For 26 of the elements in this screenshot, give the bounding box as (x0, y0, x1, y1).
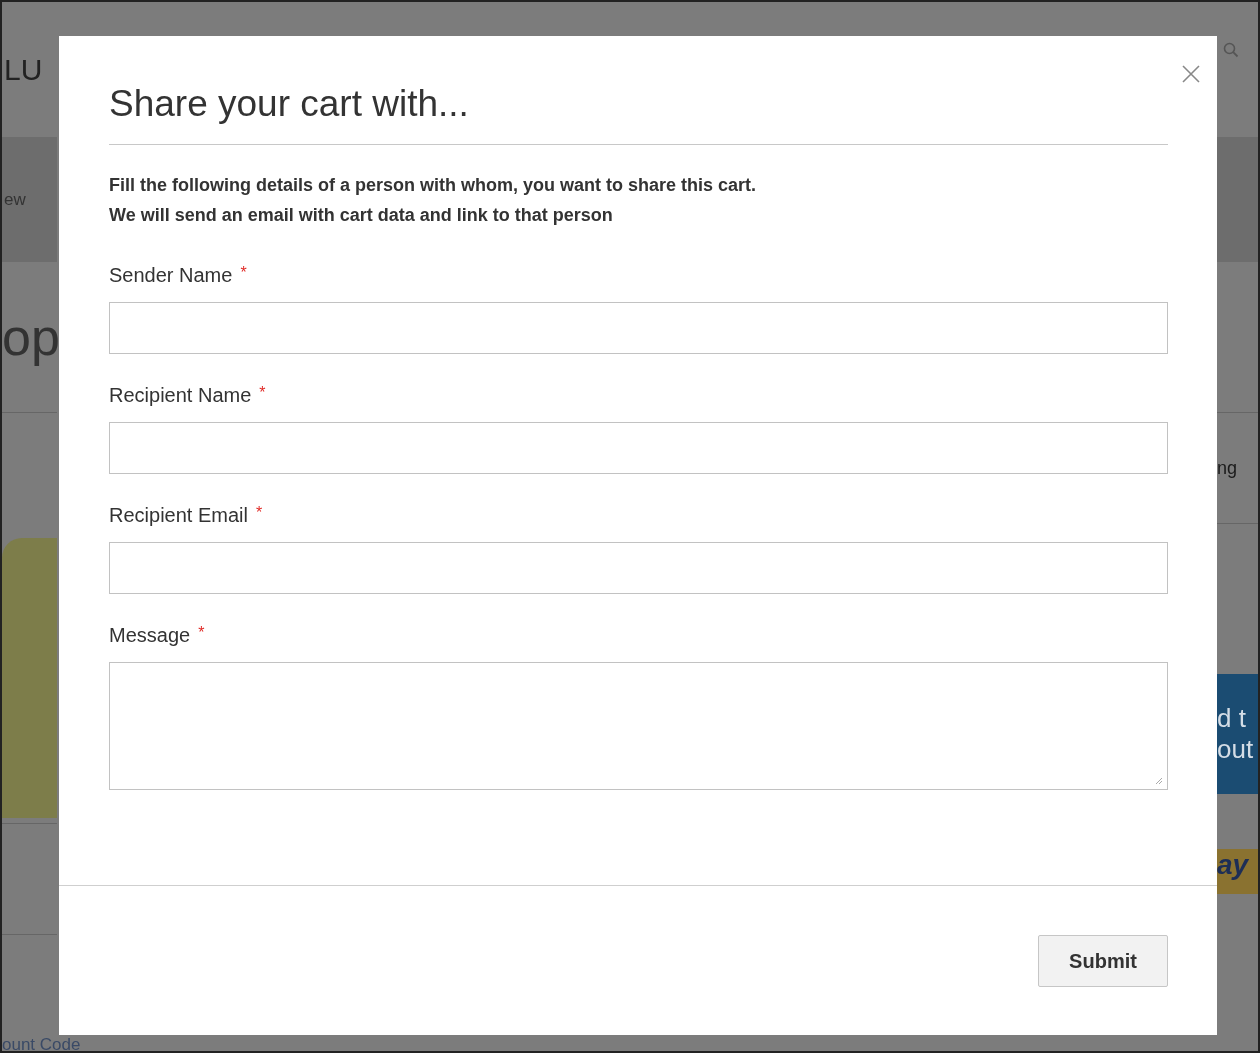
required-marker: * (240, 264, 247, 284)
input-field[interactable] (109, 542, 1168, 595)
message-field[interactable] (109, 662, 1168, 791)
field-label: Message (109, 624, 191, 648)
field-label: Sender Name (109, 264, 233, 288)
intro-text: Fill the following details of a person with whom, you want to share this cart. (109, 174, 758, 198)
intro-text: We will send an email with cart data and link to that person (109, 204, 614, 228)
discount-link[interactable]: ount Code (2, 1035, 81, 1051)
required-marker: * (255, 504, 263, 524)
input-field[interactable] (109, 422, 1168, 475)
required-marker: * (259, 384, 266, 404)
checkout-button[interactable]: d t out (1217, 674, 1258, 794)
paypal-button[interactable]: ay (1217, 849, 1258, 894)
nav-link[interactable]: ew (2, 189, 26, 210)
submit-button[interactable]: Submit (1038, 935, 1168, 987)
input-field[interactable] (109, 302, 1168, 355)
field-label: Recipient Email (109, 504, 248, 528)
field-label: Recipient Name (109, 384, 252, 408)
column-header: ng (1217, 457, 1238, 479)
search-icon[interactable] (1223, 41, 1239, 58)
required-marker: * (198, 624, 205, 644)
resize-grip-icon[interactable] (1155, 777, 1163, 786)
logo-text: LU (3, 52, 43, 87)
dialog-title: Share your cart with... (109, 82, 470, 126)
close-icon[interactable] (1181, 64, 1201, 84)
page-heading: op (2, 307, 60, 367)
